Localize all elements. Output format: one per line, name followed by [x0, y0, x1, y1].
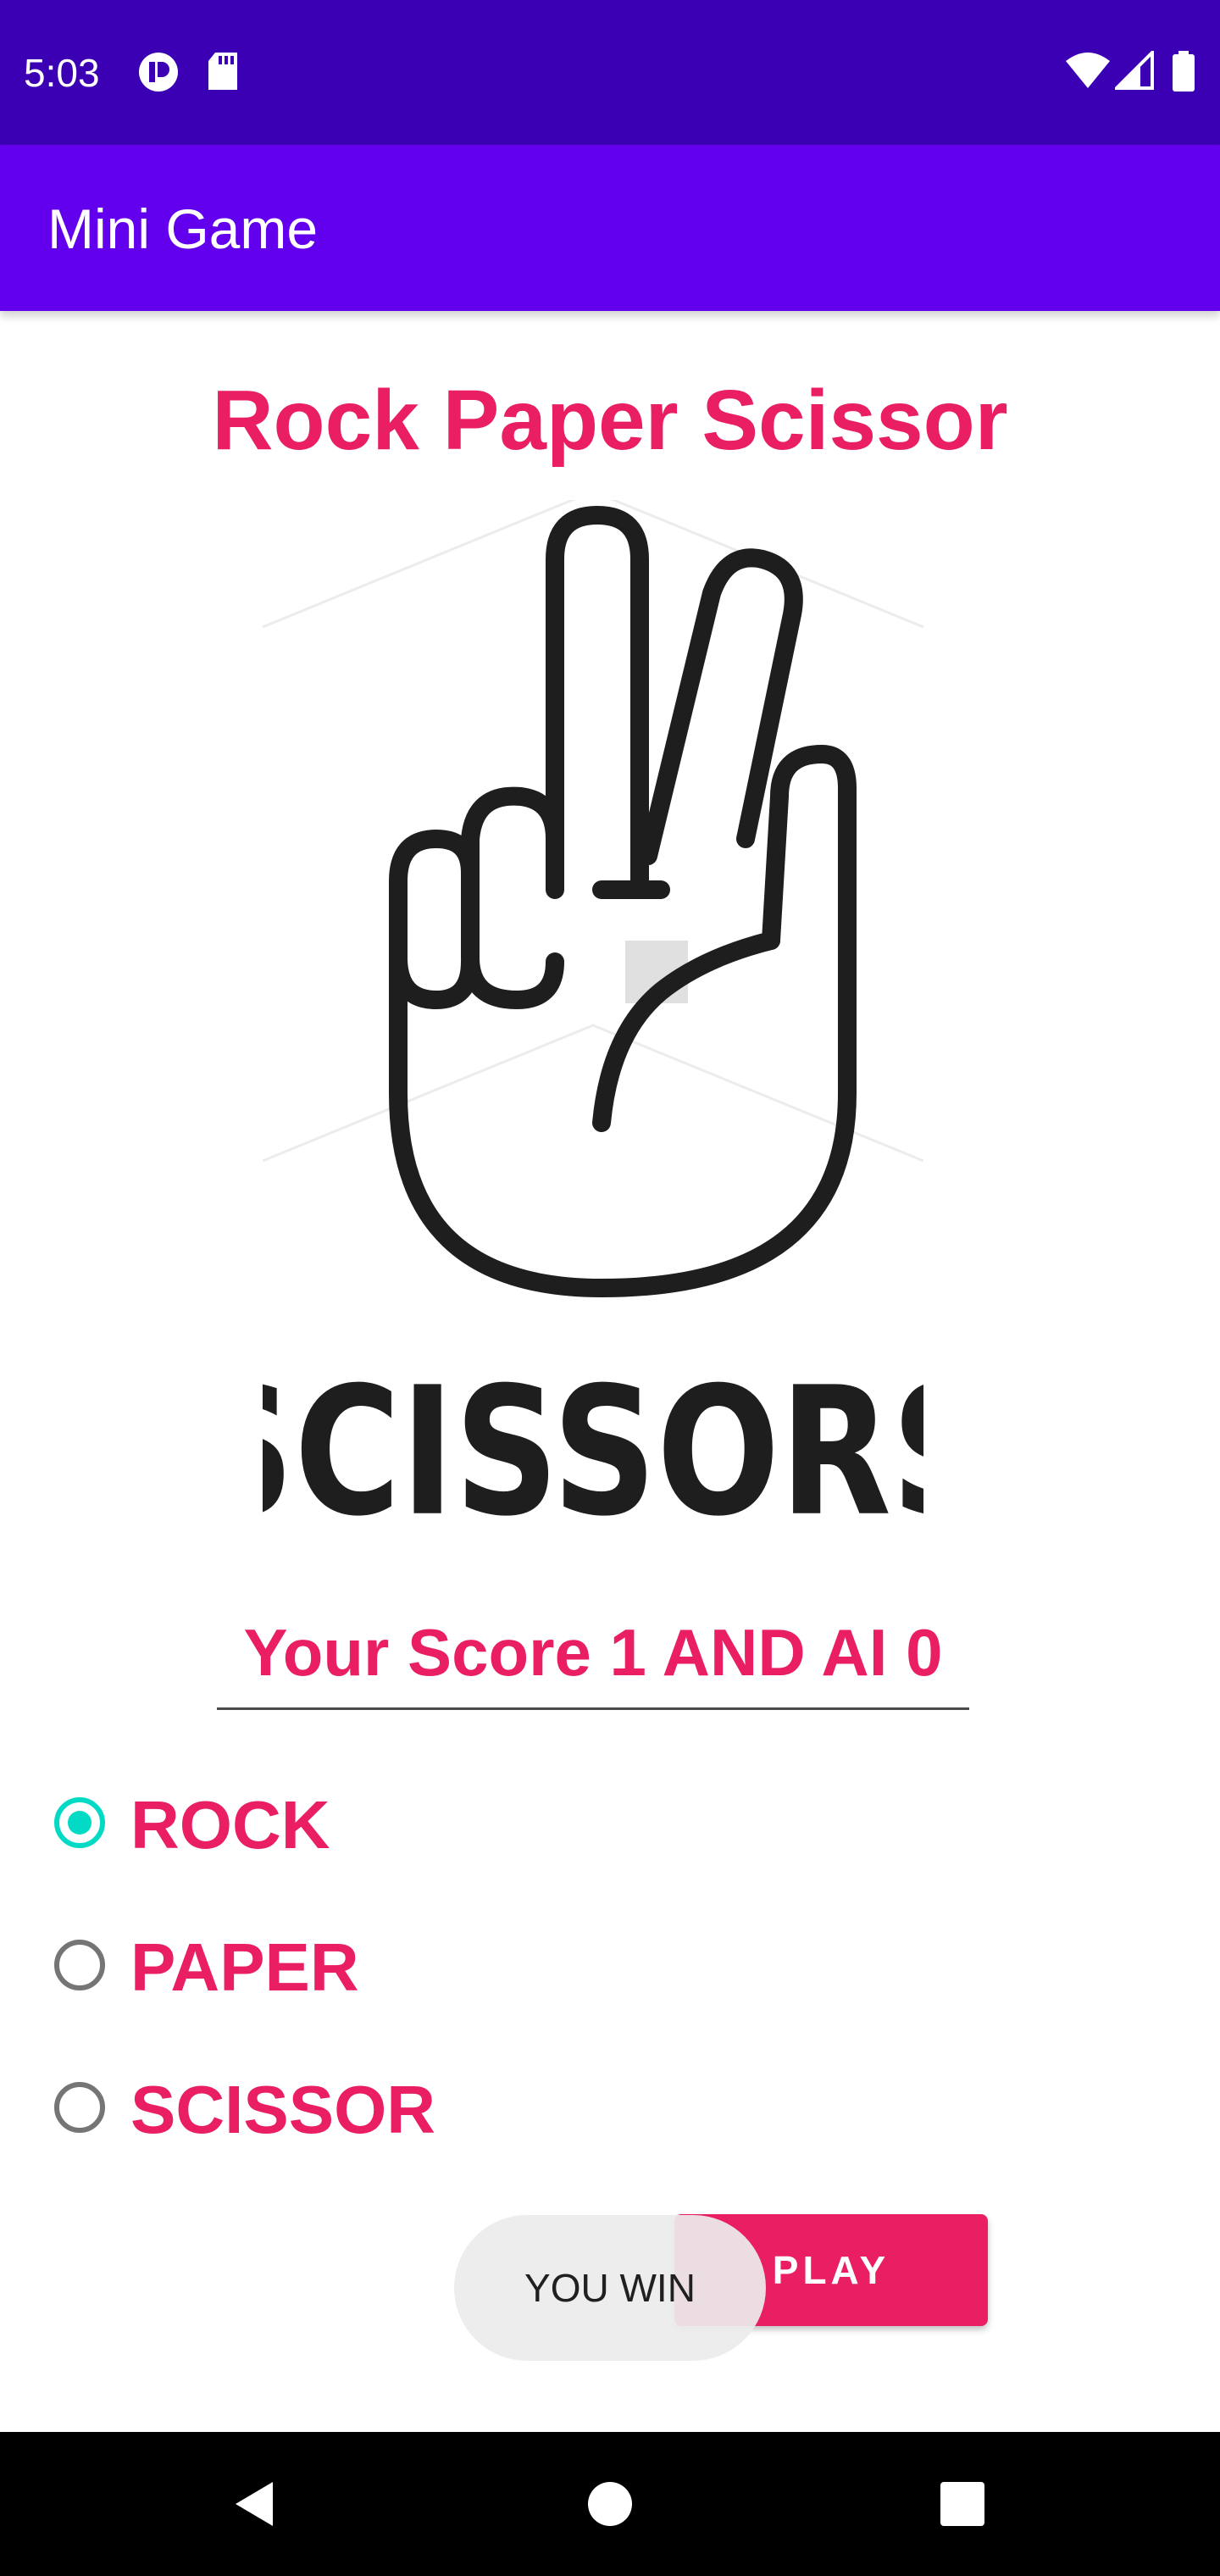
radio-button-checked[interactable] — [54, 1797, 105, 1848]
app-title: Mini Game — [47, 197, 319, 260]
score-field[interactable]: Your Score 1 AND AI 0 — [217, 1606, 969, 1710]
radio-button[interactable] — [54, 1940, 105, 1990]
score-text: Your Score 1 AND AI 0 — [243, 1615, 943, 1690]
result-toast: YOU WIN — [454, 2215, 766, 2361]
home-icon[interactable] — [585, 2477, 635, 2531]
back-icon[interactable] — [229, 2477, 280, 2531]
radio-option-scissor[interactable]: SCISSOR — [51, 2059, 644, 2161]
status-bar: 5:03 — [0, 0, 1220, 145]
game-title: Rock Paper Scissor — [212, 373, 1008, 468]
app-bar: Mini Game — [0, 145, 1220, 311]
radio-label: ROCK — [130, 1787, 330, 1863]
status-time: 5:03 — [24, 51, 100, 95]
notification-app-icon — [139, 53, 178, 92]
radio-label: SCISSOR — [130, 2072, 436, 2147]
cellular-signal-icon — [1115, 51, 1154, 90]
radio-label: PAPER — [130, 1929, 359, 2005]
radio-button[interactable] — [54, 2082, 105, 2133]
battery-icon — [1173, 51, 1195, 92]
scissors-hand-image: SCISSORS — [263, 500, 923, 1542]
radio-option-rock[interactable]: ROCK — [51, 1774, 644, 1876]
sd-card-icon — [208, 53, 237, 90]
recents-icon[interactable] — [937, 2477, 988, 2531]
navigation-bar — [0, 2432, 1220, 2576]
image-caption: SCISSORS — [263, 1350, 923, 1542]
wifi-icon — [1066, 53, 1110, 88]
radio-option-paper[interactable]: PAPER — [51, 1917, 644, 2018]
